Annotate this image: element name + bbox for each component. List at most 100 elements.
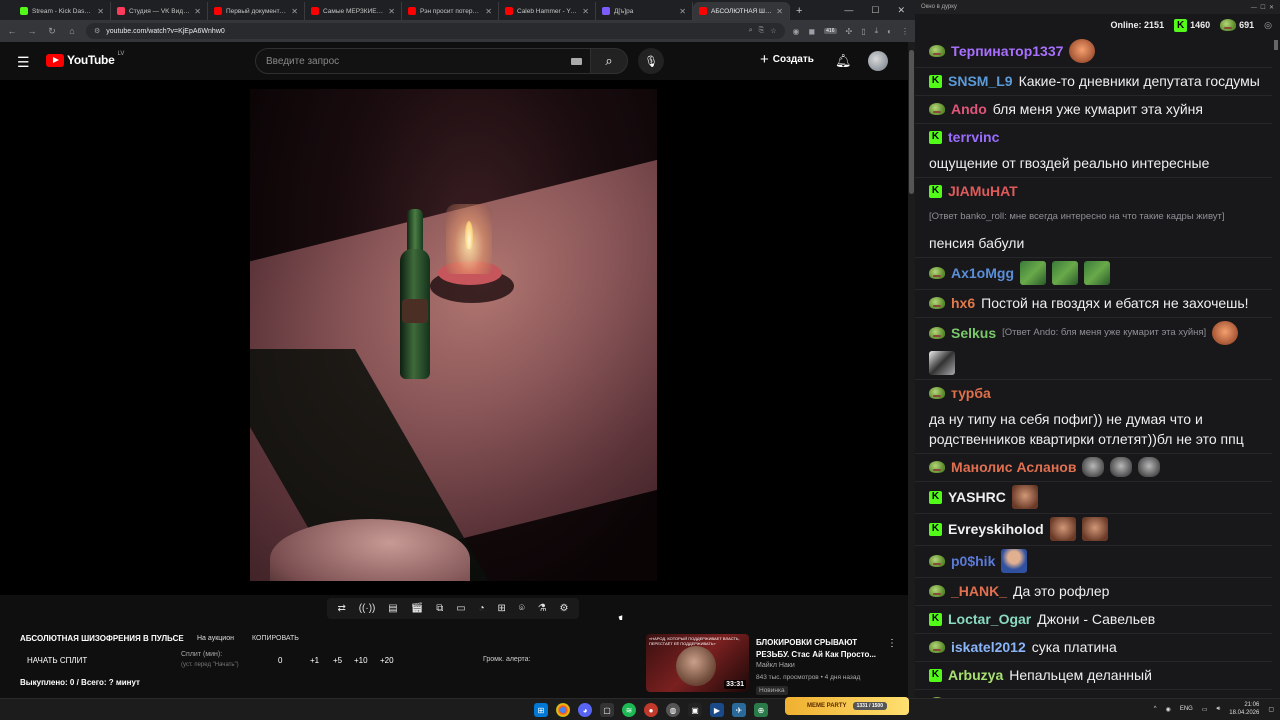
puzzle-icon[interactable]: ✣ (846, 27, 853, 36)
tab-close-icon[interactable]: ✕ (485, 7, 492, 16)
app-icon[interactable]: ▶ (710, 703, 724, 717)
voice-search-button[interactable]: 🎙 (638, 48, 664, 74)
discord-icon[interactable]: ◕ (578, 703, 592, 717)
spotify-icon[interactable]: ≋ (622, 703, 636, 717)
url-text[interactable]: youtube.com/watch?v=KjEpA6Wnhw0 (106, 28, 742, 35)
chat-message[interactable]: Ando бля меня уже кумарит эта хуйня (915, 96, 1272, 124)
chat-message[interactable]: K SNSM_L9 Какие-то дневники депутата госду… (915, 68, 1272, 96)
add-20-button[interactable]: +20 (380, 656, 394, 665)
chat-message[interactable]: K Evreyskiholod (915, 514, 1272, 546)
search-button[interactable]: ⌕ (590, 48, 628, 74)
flask-icon[interactable]: ⚗ (538, 603, 547, 614)
recommended-video-title[interactable]: БЛОКИРОВКИ СРЫВАЮТ РЕЗЬБУ. Стас Ай Как П… (756, 637, 886, 661)
chat-username[interactable]: iskatel2012 (951, 637, 1026, 657)
browser-tab[interactable]: Д[ъ]ра ✕ (596, 2, 693, 20)
video-frame[interactable] (250, 89, 657, 581)
chat-username[interactable]: Selkus (951, 323, 996, 343)
chat-username[interactable]: Ando (951, 99, 987, 119)
extension-badge[interactable]: 416 (824, 28, 837, 34)
windows-start-icon[interactable]: ⊞ (534, 703, 548, 717)
page-scrollbar[interactable] (908, 42, 915, 698)
browser-tab[interactable]: Самые МЕРЗКИЕ форумы ✕ (305, 2, 402, 20)
audio-wave-icon[interactable]: ((·)) (359, 603, 376, 614)
add-1-button[interactable]: +1 (310, 656, 319, 665)
copy-button[interactable]: КОПИРОВАТЬ (252, 635, 299, 642)
chat-username[interactable]: YASHRC (948, 487, 1006, 507)
youtube-logo[interactable]: YouTube LV (46, 51, 124, 67)
tab-close-icon[interactable]: ✕ (194, 7, 201, 16)
chat-scrollbar-thumb[interactable] (1274, 40, 1278, 50)
tab-close-icon[interactable]: ✕ (388, 7, 395, 16)
clapper-icon[interactable]: 🎬︎ (411, 603, 424, 614)
settings-gear-icon[interactable]: ⚙ (560, 603, 569, 614)
search-input[interactable]: Введите запрос (255, 48, 594, 74)
forward-icon[interactable]: → (26, 26, 38, 36)
reload-icon[interactable]: ↻ (46, 26, 58, 37)
chat-window-controls[interactable]: — ☐ ✕ (1251, 4, 1274, 11)
chat-message[interactable]: K Loctar_Ogar Джони - Савельев (915, 606, 1272, 634)
volume-icon[interactable]: 🔊︎ (1217, 706, 1221, 713)
chat-message[interactable]: Терпинатор1337 (915, 36, 1272, 68)
clock[interactable]: 21:06 18.04.2026 (1229, 701, 1259, 717)
chat-username[interactable]: Манолис Асланов (951, 457, 1076, 477)
download-icon[interactable]: ⤓ (875, 26, 879, 36)
chat-message[interactable]: Selkus [Ответ Ando: бля меня уже кумарит … (915, 318, 1272, 380)
repeat-icon[interactable]: ⇄ (337, 603, 345, 614)
tab-close-icon[interactable]: ✕ (291, 7, 298, 16)
add-frame-icon[interactable]: ⊞ (498, 603, 506, 614)
tab-close-icon[interactable]: ✕ (582, 7, 589, 16)
chat-username[interactable]: Evreyskiholod (948, 519, 1044, 539)
chat-username[interactable]: SNSM_L9 (948, 71, 1013, 91)
chat-username[interactable]: JIAMuHAT (948, 181, 1018, 201)
chat-message[interactable]: Kterrvinc ощущение от гвоздей реально инт… (915, 124, 1272, 178)
chat-username[interactable]: Loctar_Ogar (948, 609, 1031, 629)
chat-message[interactable]: K JIAMuHAT [Ответ banko_roll: мне всегда и… (915, 178, 1272, 258)
app-icon[interactable]: ⊕ (754, 703, 768, 717)
keyboard-icon[interactable] (571, 58, 582, 65)
sidepanel-icon[interactable]: ▯ (861, 27, 865, 36)
add-10-button[interactable]: +10 (354, 656, 368, 665)
install-icon[interactable]: ⎘ (759, 27, 765, 35)
account-avatar[interactable] (868, 51, 888, 71)
tray-chevron-icon[interactable]: ^ (1154, 706, 1157, 712)
chat-message[interactable]: K YASHRC (915, 482, 1272, 514)
chat-message[interactable]: Ax1oMgg (915, 258, 1272, 290)
chat-message[interactable]: p0$hik (915, 546, 1272, 578)
chat-username[interactable]: terrvinc (948, 127, 999, 147)
start-split-button[interactable]: НАЧАТЬ СПЛИТ (27, 656, 87, 665)
recommended-video-channel[interactable]: Майкл Наки (756, 662, 795, 669)
app-icon[interactable]: ▢ (600, 703, 614, 717)
hamburger-menu-icon[interactable]: ☰ (17, 54, 30, 71)
more-actions-icon[interactable]: ⋮ (887, 638, 897, 649)
add-5-button[interactable]: +5 (333, 656, 342, 665)
chat-message[interactable]: _HANK_ Да это рофлер (915, 578, 1272, 606)
new-tab-icon[interactable]: + (790, 2, 808, 20)
omnibox[interactable]: ⚙ youtube.com/watch?v=KjEpA6Wnhw0 ⌕ ⎘ ☆ (86, 23, 785, 39)
chat-username[interactable]: Терпинатор1337 (951, 41, 1063, 61)
close-icon[interactable]: ✕ (897, 5, 905, 16)
bookmark-star-icon[interactable]: ☆ (770, 27, 776, 35)
minimize-icon[interactable]: — (844, 5, 853, 15)
browser-tab[interactable]: Первый документальный ✕ (208, 2, 305, 20)
network-icon[interactable]: ▭ (1202, 706, 1208, 713)
chat-username[interactable]: турба (951, 383, 991, 403)
playlist-settings-icon[interactable]: ▤ (388, 603, 397, 614)
browser-tab[interactable]: Рэн просит потерпеть ✕ (402, 2, 499, 20)
browser-tab[interactable]: Caleb Hammer - YouTube ✕ (499, 2, 596, 20)
profile-icon[interactable]: ◐ (887, 27, 892, 36)
notification-icon[interactable]: ▢ (1268, 706, 1274, 713)
browser-tab[interactable]: Студия — VK Видео Live✕ (111, 2, 208, 20)
chat-settings-icon[interactable]: ◎ (1264, 20, 1272, 31)
chat-username[interactable]: Arbuzya (948, 665, 1003, 685)
app-icon[interactable]: ✈ (732, 703, 746, 717)
camera-icon[interactable]: ⌾ (519, 603, 525, 614)
chat-message[interactable]: Манолис Асланов (915, 454, 1272, 482)
video-player[interactable] (0, 80, 908, 595)
chat-message-list[interactable]: Терпинатор1337 K SNSM_L9 Какие-то дневники … (915, 36, 1272, 698)
notifications-bell-icon[interactable]: 🔔︎ (835, 53, 852, 69)
obs-icon[interactable]: ◍ (666, 703, 680, 717)
back-icon[interactable]: ← (6, 26, 18, 36)
create-button[interactable]: + Создать (760, 51, 814, 68)
chat-message[interactable]: hx6 Постой на гвоздях и ебатся не захочеш… (915, 290, 1272, 318)
tab-close-icon[interactable]: ✕ (97, 7, 104, 16)
